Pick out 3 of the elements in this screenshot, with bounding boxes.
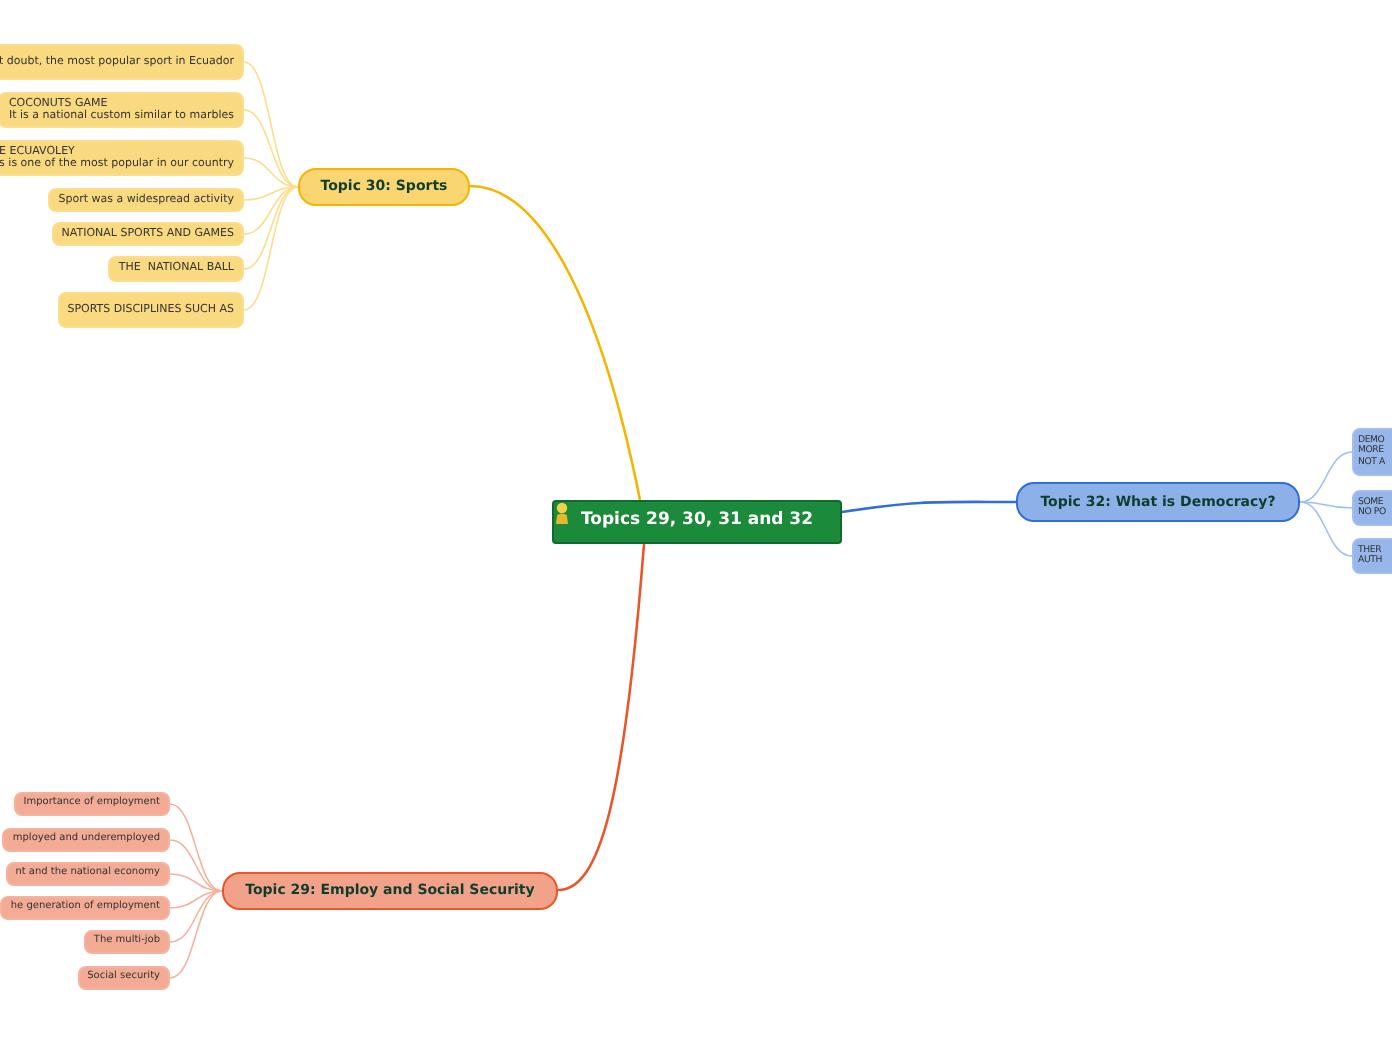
- person-icon: [554, 502, 570, 524]
- central-title: Topics 29, 30, 31 and 32: [580, 512, 814, 532]
- central-node[interactable]: Topics 29, 30, 31 and 32: [552, 500, 842, 544]
